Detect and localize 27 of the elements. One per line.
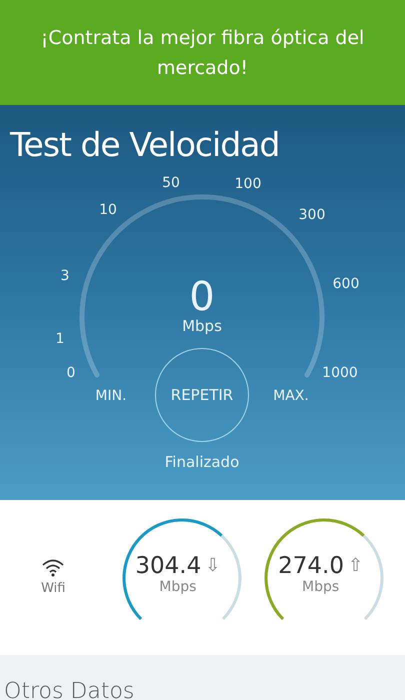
speed-reading: 0 — [189, 274, 215, 320]
scale-label: 1000 — [322, 365, 358, 381]
connection-label: Wifi — [41, 581, 66, 596]
arrow-icon: ⇧ — [348, 555, 364, 576]
scale-label: 300 — [298, 207, 326, 223]
max-label: MAX. — [273, 388, 309, 404]
page-title: Test de Velocidad — [8, 124, 280, 166]
scale-label: 10 — [99, 202, 117, 218]
section-title: Otros Datos — [4, 679, 134, 700]
promo-banner[interactable]: ¡Contrata la mejor fibra óptica del mercado! — [0, 0, 405, 105]
speed-value: 274.0 — [278, 552, 344, 578]
repeat-button[interactable]: REPETIR — [155, 348, 249, 442]
promo-text: ¡Contrata la mejor fibra óptica del mercado! — [40, 26, 366, 80]
arrow-icon: ⇩ — [205, 555, 220, 576]
min-label: MIN. — [95, 388, 127, 404]
wifi-icon — [42, 559, 64, 577]
scale-label: 600 — [332, 276, 360, 292]
speed-unit: Mbps — [302, 578, 340, 594]
status-text: Finalizado — [164, 453, 240, 471]
scale-label: 0 — [66, 365, 76, 381]
speed-unit: Mbps — [159, 578, 196, 594]
scale-label: 50 — [162, 175, 180, 191]
speed-value: 304.4 — [135, 552, 202, 578]
speed-unit: Mbps — [182, 317, 222, 335]
scale-label: 100 — [234, 176, 262, 192]
scale-label: 1 — [56, 331, 64, 347]
scale-label: 3 — [60, 268, 70, 284]
